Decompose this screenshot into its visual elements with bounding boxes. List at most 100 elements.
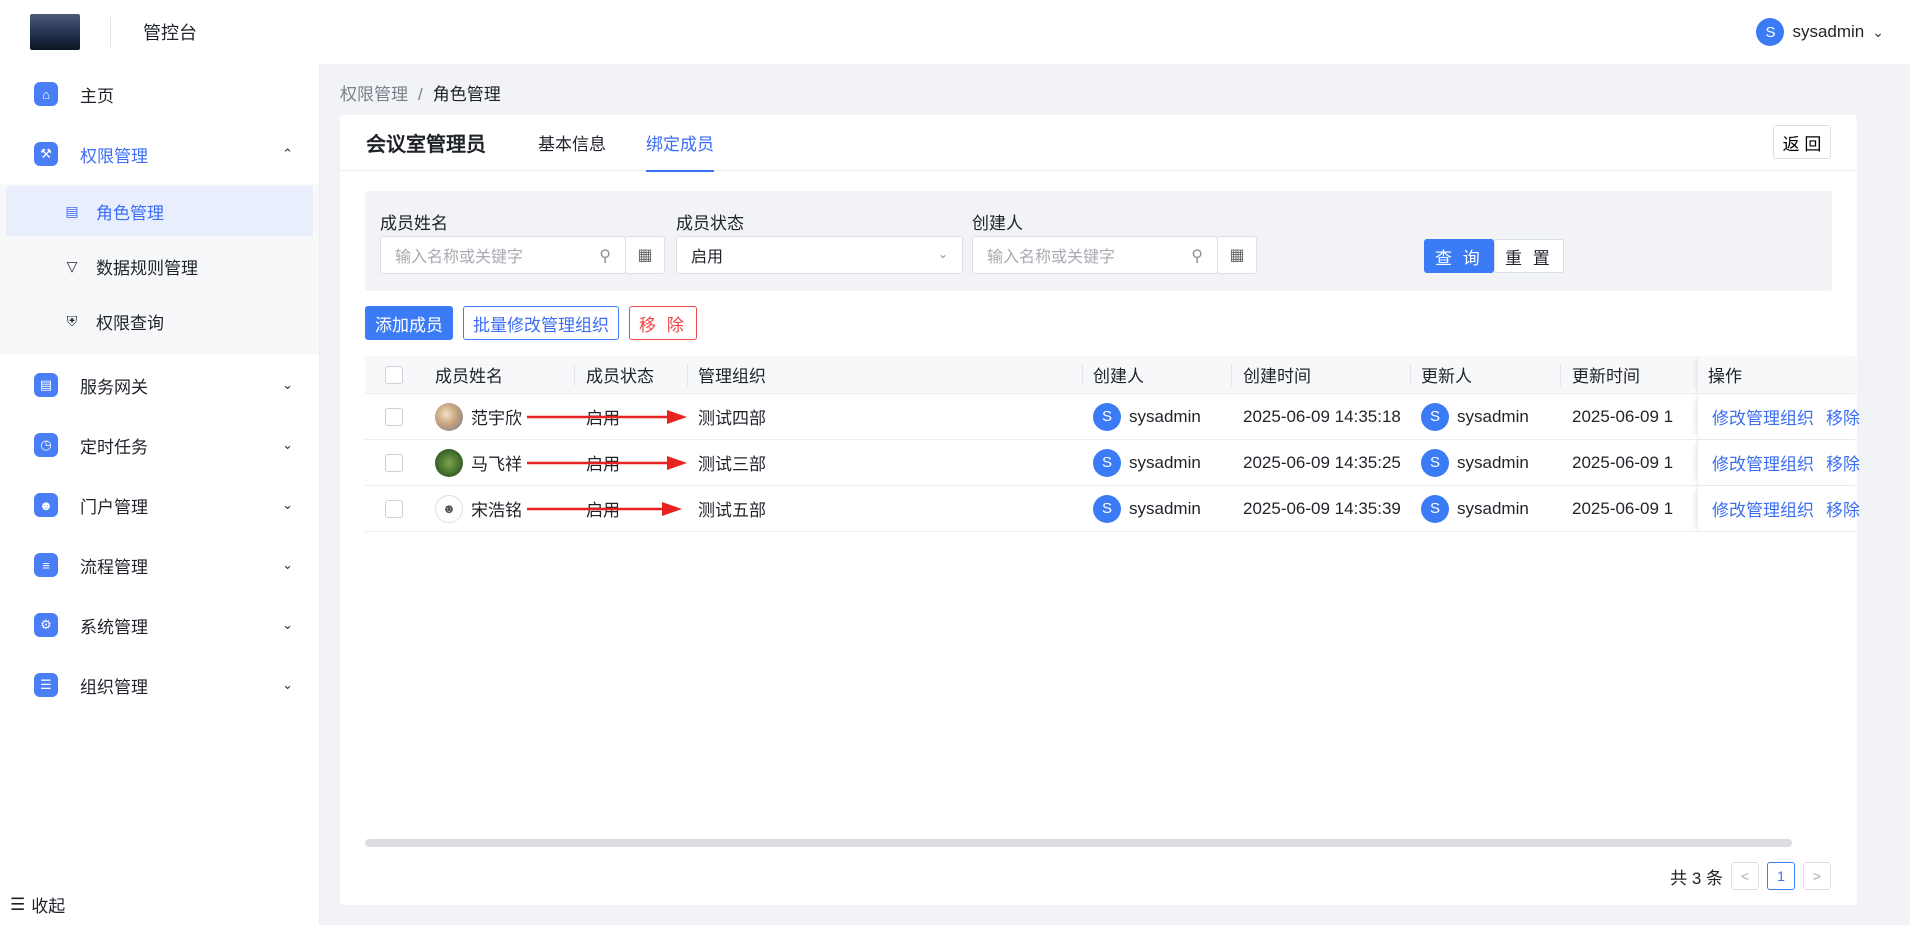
reset-button[interactable]: 重 置 bbox=[1494, 239, 1564, 273]
member-name-cell: ☻ 宋浩铭 bbox=[435, 486, 522, 531]
member-avatar: ☻ bbox=[435, 494, 463, 523]
user-menu[interactable]: S sysadmin ⌄ bbox=[1756, 18, 1884, 46]
home-icon: ⌂ bbox=[34, 82, 58, 106]
fixed-op-cell: 修改管理组织 移除 bbox=[1697, 394, 1860, 439]
edit-org-link[interactable]: 修改管理组织 bbox=[1712, 450, 1814, 475]
updater-name: sysadmin bbox=[1457, 406, 1529, 426]
portal-icon: ☻ bbox=[34, 493, 58, 517]
sidebar-item-portal[interactable]: ☻ 门户管理 ⌄ bbox=[0, 475, 319, 535]
member-name-input[interactable]: 输入名称或关键字 ⚲ bbox=[380, 236, 626, 274]
user-name: sysadmin bbox=[1792, 22, 1865, 41]
updater-name: sysadmin bbox=[1457, 452, 1529, 472]
column-divider bbox=[1410, 364, 1411, 386]
chevron-down-icon: ⌄ bbox=[1872, 23, 1884, 40]
member-name: 宋浩铭 bbox=[471, 501, 522, 520]
member-name-cell: 马飞祥 bbox=[435, 440, 522, 485]
row-checkbox[interactable] bbox=[385, 394, 403, 439]
member-name: 马飞祥 bbox=[471, 455, 522, 474]
chevron-down-icon: ⌄ bbox=[282, 557, 293, 572]
tab-bound-members[interactable]: 绑定成员 bbox=[646, 115, 714, 172]
back-button[interactable]: 返 回 bbox=[1773, 125, 1831, 159]
remove-button[interactable]: 移 除 bbox=[629, 306, 697, 340]
next-page-button[interactable]: > bbox=[1803, 862, 1831, 890]
flow-icon: ≡ bbox=[34, 553, 58, 577]
member-name-placeholder: 输入名称或关键字 bbox=[395, 249, 524, 266]
creator-name: sysadmin bbox=[1129, 498, 1201, 518]
search-icon: ⚲ bbox=[599, 248, 611, 265]
annotation-arrow bbox=[527, 502, 682, 516]
sidebar-item-role-management[interactable]: ▤ 角色管理 bbox=[6, 186, 313, 236]
column-divider bbox=[1231, 364, 1232, 386]
remove-link[interactable]: 移除 bbox=[1826, 496, 1860, 521]
updater-cell: Ssysadmin bbox=[1421, 394, 1529, 439]
collapse-label: 收起 bbox=[31, 897, 66, 916]
sidebar-item-data-rules[interactable]: ▽ 数据规则管理 bbox=[6, 241, 313, 291]
sidebar-item-label: 组织管理 bbox=[80, 677, 148, 697]
creator-cell: Ssysadmin bbox=[1093, 394, 1201, 439]
sidebar-item-flow[interactable]: ≡ 流程管理 ⌄ bbox=[0, 535, 319, 595]
remove-link[interactable]: 移除 bbox=[1826, 450, 1860, 475]
breadcrumb-parent[interactable]: 权限管理 bbox=[340, 85, 408, 104]
row-checkbox[interactable] bbox=[385, 486, 403, 531]
app-title: 管控台 bbox=[143, 23, 197, 43]
main-card: 会议室管理员 基本信息 绑定成员 返 回 成员姓名 输入名称或关键字 ⚲ ▦ 成… bbox=[340, 115, 1860, 905]
updater-cell: Ssysadmin bbox=[1421, 486, 1529, 531]
member-status-select[interactable]: 启用 ⌄ bbox=[676, 236, 963, 274]
page-number[interactable]: 1 bbox=[1767, 862, 1795, 890]
creator-tree-button[interactable]: ▦ bbox=[1217, 236, 1257, 274]
sidebar-item-scheduled-tasks[interactable]: ◷ 定时任务 ⌄ bbox=[0, 415, 319, 475]
permission-icon: ⚒ bbox=[34, 142, 58, 166]
member-name-label: 成员姓名 bbox=[380, 214, 448, 233]
annotation-arrow bbox=[527, 410, 687, 424]
member-tree-button[interactable]: ▦ bbox=[625, 236, 665, 274]
member-status-value: 启用 bbox=[691, 249, 724, 266]
member-org: 测试五部 bbox=[698, 501, 766, 520]
page-title: 会议室管理员 bbox=[366, 134, 486, 156]
select-all-checkbox[interactable] bbox=[385, 356, 403, 393]
sidebar-item-home[interactable]: ⌂ 主页 bbox=[0, 64, 319, 124]
column-divider bbox=[574, 364, 575, 386]
batch-edit-org-button[interactable]: 批量修改管理组织 bbox=[463, 306, 619, 340]
sidebar-item-label: 服务网关 bbox=[80, 377, 148, 397]
filter-panel: 成员姓名 输入名称或关键字 ⚲ ▦ 成员状态 启用 ⌄ 创建人 输入名称或关键字… bbox=[365, 191, 1832, 291]
col-header-creator: 创建人 bbox=[1093, 367, 1144, 386]
sidebar-item-system[interactable]: ⚙ 系统管理 ⌄ bbox=[0, 595, 319, 655]
query-button[interactable]: 查 询 bbox=[1424, 239, 1494, 273]
sidebar-item-label: 定时任务 bbox=[80, 437, 148, 457]
sidebar-item-label: 数据规则管理 bbox=[96, 258, 198, 278]
chevron-down-icon: ⌄ bbox=[282, 617, 293, 632]
prev-page-button[interactable]: < bbox=[1731, 862, 1759, 890]
member-org: 测试四部 bbox=[698, 409, 766, 428]
sidebar-item-permission[interactable]: ⚒ 权限管理 ⌃ bbox=[0, 124, 319, 184]
creator-avatar: S bbox=[1093, 494, 1121, 523]
edit-org-link[interactable]: 修改管理组织 bbox=[1712, 404, 1814, 429]
col-header-updater: 更新人 bbox=[1421, 367, 1472, 386]
add-member-button[interactable]: 添加成员 bbox=[365, 306, 453, 340]
chevron-down-icon: ⌄ bbox=[937, 247, 948, 261]
edit-org-link[interactable]: 修改管理组织 bbox=[1712, 496, 1814, 521]
shield-icon: ⛨ bbox=[66, 312, 78, 329]
member-avatar bbox=[435, 402, 463, 431]
horizontal-scrollbar[interactable] bbox=[365, 839, 1792, 847]
member-name-cell: 范宇欣 bbox=[435, 394, 522, 439]
collapse-sidebar-button[interactable]: ☰ 收起 bbox=[10, 892, 65, 917]
sidebar-item-label: 流程管理 bbox=[80, 557, 148, 577]
column-divider bbox=[1560, 364, 1561, 386]
top-header: 管控台 S sysadmin ⌄ bbox=[0, 0, 1910, 64]
pagination: 共 3 条 < 1 > bbox=[1670, 862, 1831, 890]
row-checkbox[interactable] bbox=[385, 440, 403, 485]
breadcrumb-separator: / bbox=[418, 85, 423, 104]
tab-basic-info[interactable]: 基本信息 bbox=[538, 115, 606, 171]
chevron-down-icon: ⌄ bbox=[282, 437, 293, 452]
chevron-up-icon: ⌃ bbox=[282, 146, 293, 161]
creator-input[interactable]: 输入名称或关键字 ⚲ bbox=[972, 236, 1218, 274]
card-header: 会议室管理员 基本信息 绑定成员 返 回 bbox=[340, 115, 1857, 172]
column-divider bbox=[1082, 364, 1083, 386]
sidebar-item-org[interactable]: ☰ 组织管理 ⌄ bbox=[0, 655, 319, 715]
sidebar-item-permission-query[interactable]: ⛨ 权限查询 bbox=[6, 296, 313, 346]
sidebar-item-gateway[interactable]: ▤ 服务网关 ⌄ bbox=[0, 355, 319, 415]
permission-submenu: ▤ 角色管理 ▽ 数据规则管理 ⛨ 权限查询 bbox=[0, 184, 319, 355]
col-header-updated: 更新时间 bbox=[1572, 367, 1640, 386]
updated-time: 2025-06-09 1 bbox=[1572, 452, 1674, 472]
remove-link[interactable]: 移除 bbox=[1826, 404, 1860, 429]
